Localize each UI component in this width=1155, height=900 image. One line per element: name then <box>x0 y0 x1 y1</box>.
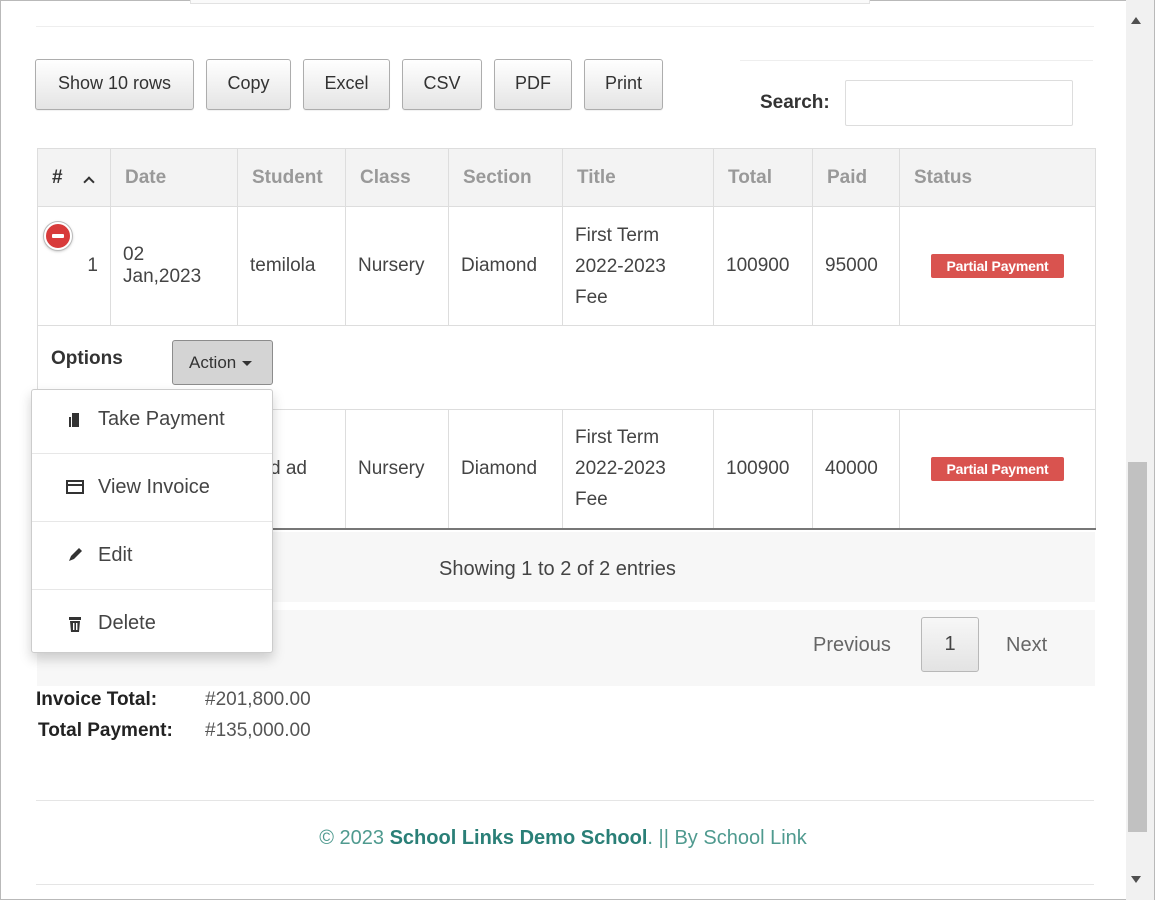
row-class: Nursery <box>345 409 449 530</box>
pencil-icon <box>69 548 82 561</box>
top-input-edge <box>190 0 870 4</box>
credit-card-icon <box>66 480 84 494</box>
total-payment-label: Total Payment: <box>38 720 173 741</box>
search-input[interactable] <box>845 80 1073 126</box>
menu-item-edit[interactable]: Edit <box>32 522 272 590</box>
excel-button[interactable]: Excel <box>303 59 390 110</box>
total-payment-value: #135,000.00 <box>205 720 311 741</box>
column-header-class[interactable]: Class <box>345 148 449 207</box>
page-footer: © 2023 School Links Demo School. || By S… <box>319 827 807 849</box>
payment-icon <box>69 413 79 427</box>
school-link[interactable]: School Links Demo School <box>390 827 648 849</box>
menu-item-view-invoice[interactable]: View Invoice <box>32 454 272 522</box>
row-title: First Term 2022-2023 Fee <box>562 206 714 326</box>
row-paid: 40000 <box>812 409 900 530</box>
row-section: Diamond <box>448 206 563 326</box>
row-status: Partial Payment <box>899 409 1096 530</box>
copy-button[interactable]: Copy <box>206 59 291 110</box>
action-dropdown-button[interactable]: Action <box>172 340 273 385</box>
row-paid: 95000 <box>812 206 900 326</box>
column-header-total[interactable]: Total <box>713 148 813 207</box>
status-badge: Partial Payment <box>931 456 1064 481</box>
sort-asc-icon <box>82 175 95 188</box>
divider <box>36 800 1094 801</box>
previous-page-button[interactable]: Previous <box>813 634 891 657</box>
row-total: 100900 <box>713 409 813 530</box>
column-header-section[interactable]: Section <box>448 148 563 207</box>
column-header-date[interactable]: Date <box>110 148 238 207</box>
scroll-down-arrow-icon[interactable] <box>1131 876 1141 883</box>
next-page-button[interactable]: Next <box>1006 634 1047 657</box>
table-row: 1 02 Jan,2023 temilola Nursery Diamond Fi… <box>37 206 1096 326</box>
divider <box>36 26 1094 27</box>
column-header-status[interactable]: Status <box>899 148 1096 207</box>
search-label: Search: <box>760 92 830 113</box>
column-header-title[interactable]: Title <box>562 148 714 207</box>
row-status: Partial Payment <box>899 206 1096 326</box>
menu-item-take-payment[interactable]: Take Payment <box>32 390 272 454</box>
column-header-number[interactable]: # <box>37 148 111 207</box>
row-date: 02 Jan,2023 <box>110 206 238 326</box>
action-menu: Take Payment View Invoice Edit Delete <box>31 389 273 653</box>
column-header-paid[interactable]: Paid <box>812 148 900 207</box>
csv-button[interactable]: CSV <box>402 59 482 110</box>
collapse-row-icon[interactable] <box>44 222 72 250</box>
menu-item-delete[interactable]: Delete <box>32 590 272 653</box>
table-info: Showing 1 to 2 of 2 entries <box>439 558 676 580</box>
invoice-total-value: #201,800.00 <box>205 689 311 710</box>
row-title: First Term 2022-2023 Fee <box>562 409 714 530</box>
print-button[interactable]: Print <box>584 59 663 110</box>
divider <box>36 884 1094 885</box>
pdf-button[interactable]: PDF <box>494 59 572 110</box>
row-section: Diamond <box>448 409 563 530</box>
scrollbar-thumb[interactable] <box>1128 462 1147 832</box>
trash-icon <box>69 617 81 632</box>
column-header-student[interactable]: Student <box>237 148 346 207</box>
show-rows-button[interactable]: Show 10 rows <box>35 59 194 110</box>
page-1-button[interactable]: 1 <box>921 617 979 672</box>
row-total: 100900 <box>713 206 813 326</box>
status-badge: Partial Payment <box>931 254 1064 278</box>
scroll-up-arrow-icon[interactable] <box>1131 17 1141 24</box>
invoice-total-label: Invoice Total: <box>36 689 158 710</box>
options-label: Options <box>51 348 123 369</box>
row-student: temilola <box>237 206 346 326</box>
caret-down-icon <box>242 361 253 366</box>
row-class: Nursery <box>345 206 449 326</box>
